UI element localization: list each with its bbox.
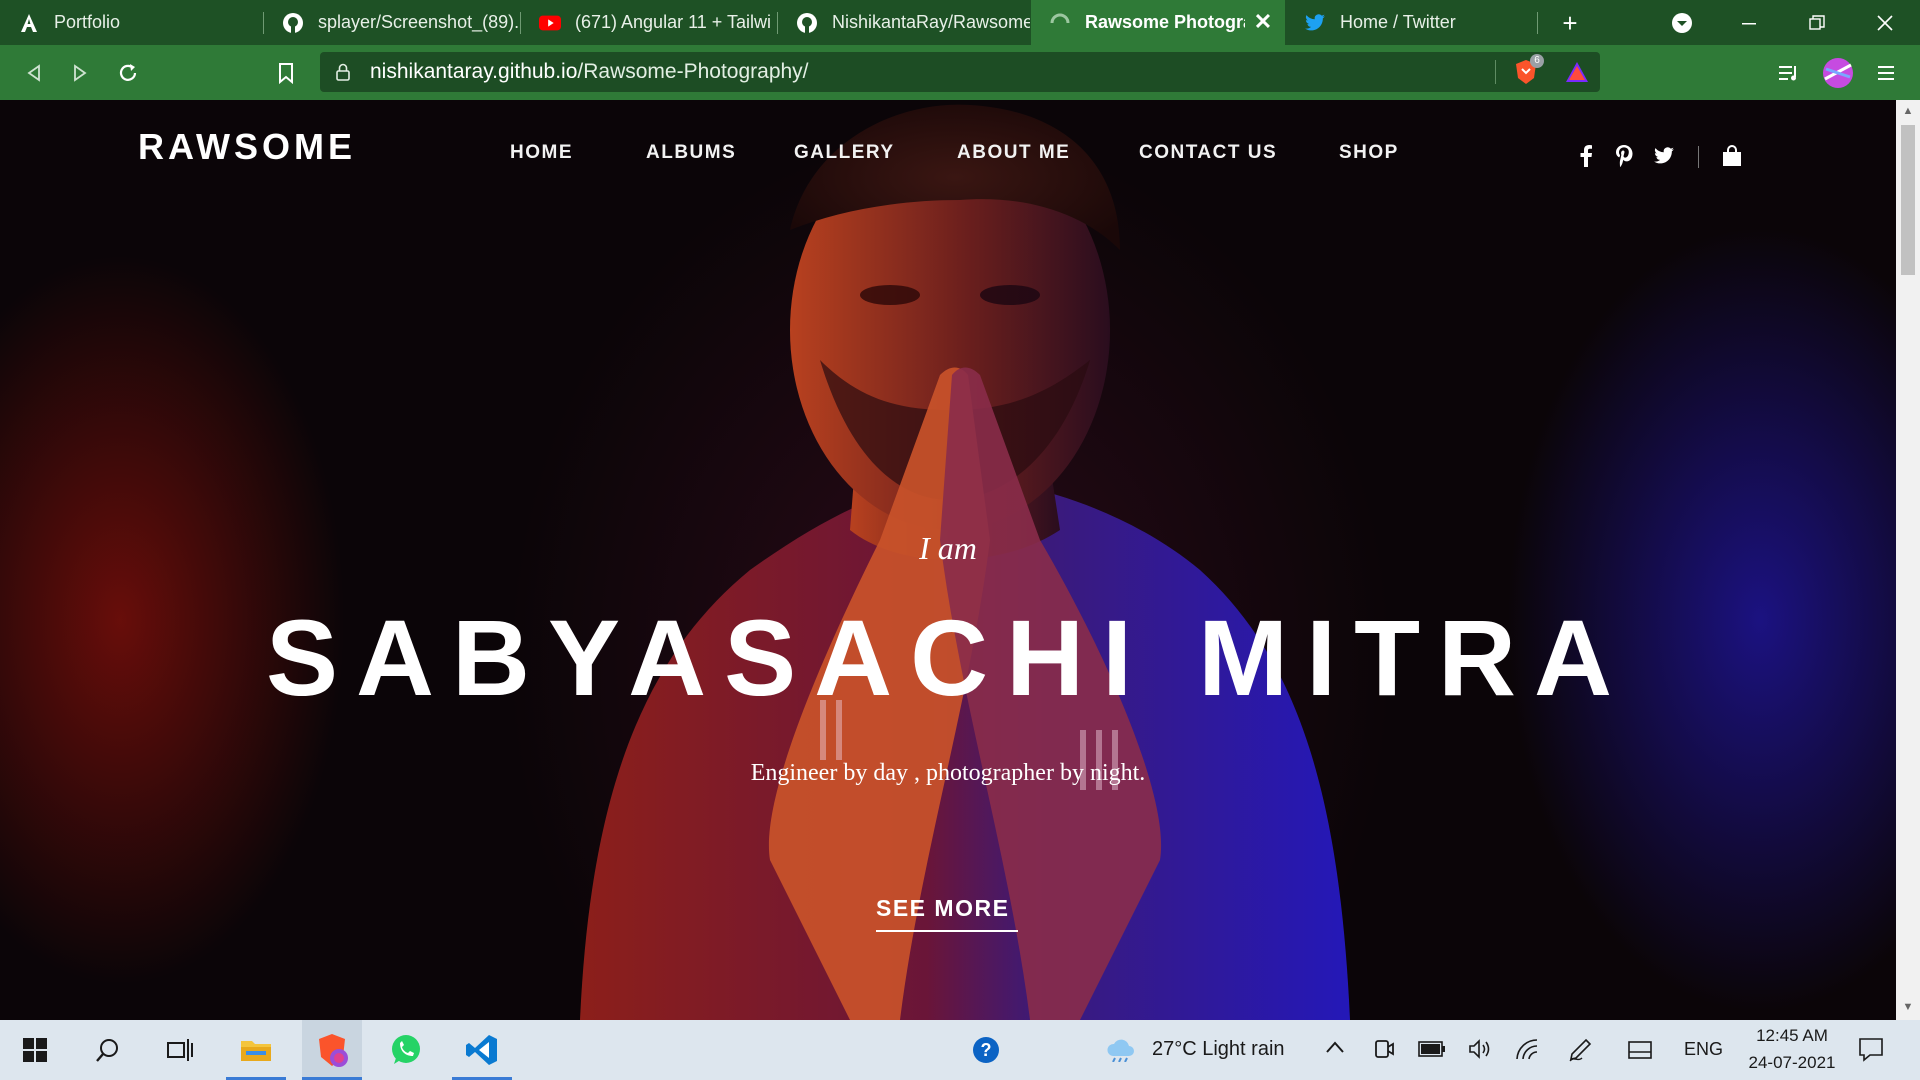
tab-rawsome-active[interactable]: Rawsome Photograp ✕	[1031, 0, 1285, 45]
github-icon	[282, 12, 304, 34]
brave-rewards-icon[interactable]	[1564, 60, 1590, 89]
tab-title: Portfolio	[54, 12, 121, 32]
nav-gallery[interactable]: GALLERY	[794, 142, 895, 164]
nav-home[interactable]: HOME	[510, 142, 573, 164]
tab-title: Home / Twitter	[1340, 12, 1456, 32]
touch-keyboard-icon[interactable]	[1628, 1040, 1652, 1065]
scroll-thumb[interactable]	[1901, 125, 1915, 275]
shopping-bag-icon[interactable]	[1720, 144, 1744, 168]
angular-icon	[18, 12, 40, 34]
tab-title: splayer/Screenshot_(89).p	[318, 12, 519, 32]
reload-icon[interactable]	[112, 57, 144, 89]
page-scrollbar[interactable]: ▲ ▼	[1896, 100, 1920, 1020]
input-language[interactable]: ENG	[1684, 1039, 1723, 1060]
loading-icon	[1049, 12, 1071, 34]
restore-icon[interactable]	[1802, 8, 1832, 38]
url-text: nishikantaray.github.io/Rawsome-Photogra…	[370, 52, 809, 92]
brave-browser-icon[interactable]	[302, 1020, 362, 1080]
youtube-icon	[539, 12, 561, 34]
scroll-down-icon[interactable]: ▼	[1901, 1000, 1915, 1014]
browser-toolbar: nishikantaray.github.io/Rawsome-Photogra…	[0, 45, 1920, 100]
task-view-icon[interactable]	[150, 1020, 210, 1080]
close-icon[interactable]: ✕	[1251, 10, 1275, 34]
wifi-icon[interactable]	[1515, 1038, 1541, 1065]
bookmark-icon[interactable]	[270, 57, 302, 89]
tab-title: NishikantaRay/Rawsome-	[832, 12, 1030, 32]
back-icon[interactable]	[18, 57, 50, 89]
svg-text:?: ?	[981, 1040, 992, 1060]
tab-splayer[interactable]: splayer/Screenshot_(89).p	[264, 0, 519, 45]
site-logo[interactable]: RAWSOME	[138, 126, 356, 168]
tab-title: Rawsome Photograp	[1085, 12, 1245, 32]
url-path: /Rawsome-Photography/	[577, 60, 809, 83]
tab-twitter[interactable]: Home / Twitter	[1286, 0, 1536, 45]
tab-github-repo[interactable]: NishikantaRay/Rawsome-	[778, 0, 1030, 45]
twitter-icon	[1304, 12, 1326, 34]
hero-name: SABYASACHI MITRA	[265, 597, 1631, 718]
nav-about-me[interactable]: ABOUT ME	[957, 142, 1070, 164]
forward-icon[interactable]	[64, 57, 96, 89]
nav-albums[interactable]: ALBUMS	[646, 142, 736, 164]
vscode-icon[interactable]	[452, 1020, 512, 1080]
clock-date[interactable]: 24-07-2021	[1740, 1053, 1844, 1073]
tab-portfolio[interactable]: Portfolio	[0, 0, 262, 45]
twitter-icon[interactable]	[1652, 144, 1676, 168]
file-explorer-icon[interactable]	[226, 1020, 286, 1080]
github-icon	[796, 12, 818, 34]
weather-icon[interactable]	[1105, 1038, 1135, 1067]
hero-subtitle: Engineer by day , photographer by night.	[750, 760, 1146, 786]
tab-search-dropdown-icon[interactable]	[1667, 8, 1697, 38]
new-tab-button[interactable]: +	[1555, 8, 1585, 38]
tab-separator	[1537, 12, 1538, 34]
social-divider	[1698, 146, 1699, 168]
volume-icon[interactable]	[1468, 1038, 1492, 1065]
profile-avatar[interactable]	[1822, 57, 1854, 89]
scroll-up-icon[interactable]: ▲	[1901, 104, 1915, 118]
clock-time[interactable]: 12:45 AM	[1744, 1026, 1840, 1046]
window-close-icon[interactable]	[1870, 8, 1900, 38]
pinterest-icon[interactable]	[1612, 144, 1636, 168]
search-icon[interactable]	[78, 1020, 138, 1080]
battery-icon[interactable]	[1418, 1040, 1446, 1063]
lock-icon	[336, 63, 350, 86]
hero-intro: I am	[919, 530, 977, 566]
windows-start-icon[interactable]	[5, 1020, 65, 1080]
see-more-button[interactable]: SEE MORE	[876, 895, 1018, 932]
pen-workspace-icon[interactable]	[1568, 1038, 1592, 1067]
windows-taskbar: ? 27°C Light rain ENG 12:45 AM 24-07-202…	[0, 1020, 1920, 1080]
nav-shop[interactable]: SHOP	[1339, 142, 1399, 164]
address-bar[interactable]: nishikantaray.github.io/Rawsome-Photogra…	[320, 52, 1600, 92]
notifications-icon[interactable]	[1858, 1036, 1884, 1067]
tab-title: (671) Angular 11 + Tailwi	[575, 12, 771, 32]
weather-text[interactable]: 27°C Light rain	[1152, 1038, 1285, 1061]
webpage-viewport: RAWSOME HOME ALBUMS GALLERY ABOUT ME CON…	[0, 100, 1896, 1020]
tab-youtube[interactable]: (671) Angular 11 + Tailwi	[521, 0, 776, 45]
help-icon[interactable]: ?	[956, 1020, 1016, 1080]
nav-contact-us[interactable]: CONTACT US	[1139, 142, 1277, 164]
shields-count-badge: 6	[1530, 54, 1544, 68]
browser-tab-strip: Portfolio splayer/Screenshot_(89).p (671…	[0, 0, 1920, 45]
facebook-icon[interactable]	[1574, 144, 1598, 168]
omnibox-divider	[1495, 60, 1496, 84]
url-host: nishikantaray.github.io	[370, 60, 578, 83]
whatsapp-icon[interactable]	[376, 1020, 436, 1080]
meet-now-icon[interactable]	[1372, 1038, 1394, 1067]
menu-icon[interactable]	[1870, 57, 1902, 89]
minimize-icon[interactable]	[1734, 8, 1764, 38]
media-playlist-icon[interactable]	[1774, 57, 1806, 89]
show-hidden-icons-chevron-icon[interactable]	[1325, 1040, 1345, 1059]
